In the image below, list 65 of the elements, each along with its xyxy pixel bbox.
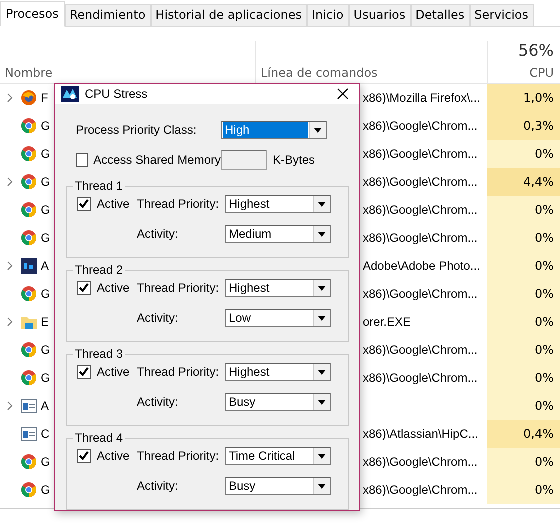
command-line: x86)\Google\Chrom... [363, 371, 478, 385]
field-label: Activity: [137, 227, 180, 241]
process-name: G [41, 287, 50, 301]
unit-label: K-Bytes [273, 153, 316, 167]
cpu-cell: 0% [487, 448, 560, 476]
command-line: x86)\Google\Chrom... [363, 231, 478, 245]
cpu-cell: 0% [487, 308, 560, 336]
checkbox-label: Active [97, 365, 130, 379]
group-title: Thread 4 [73, 431, 126, 445]
process-name: A [41, 399, 50, 413]
checkbox-label: Active [97, 281, 130, 295]
command-line: x86)\Google\Chrom... [363, 119, 478, 133]
group-title: Thread 2 [73, 263, 126, 277]
cpu-cell: 0% [487, 224, 560, 252]
process-name: G [41, 203, 50, 217]
group-title: Thread 3 [73, 347, 126, 361]
cpu-cell: 1,0% [487, 84, 560, 112]
process-name: G [41, 343, 50, 357]
cpu-cell: 0% [487, 280, 560, 308]
command-line: x86)\Google\Chrom... [363, 147, 478, 161]
command-line: orer.EXE [363, 315, 412, 329]
field-label: Activity: [137, 311, 180, 325]
process-name: G [41, 175, 50, 189]
command-line: x86)\Google\Chrom... [363, 343, 478, 357]
cpu-cell: 0% [487, 336, 560, 364]
process-name: G [41, 483, 50, 497]
process-name: G [41, 119, 50, 133]
process-name: C [41, 427, 50, 441]
cpu-total: 56% [518, 41, 554, 60]
field-label: Thread Priority: [137, 449, 220, 463]
window-title: CPU Stress [85, 87, 149, 101]
field-label: Thread Priority: [137, 281, 220, 295]
cpu-cell: 0,3% [487, 112, 560, 140]
group-title: Thread 1 [73, 179, 126, 193]
process-name: G [41, 371, 50, 385]
process-name: G [41, 231, 50, 245]
cpu-cell: 0% [487, 196, 560, 224]
command-line: x86)\Google\Chrom... [363, 175, 478, 189]
checkbox-label: Access Shared Memory [94, 153, 221, 167]
command-line: x86)\Atlassian\HipC... [363, 427, 478, 441]
cpu-cell: 0% [487, 476, 560, 504]
process-name: F [41, 91, 48, 105]
field-label: Activity: [137, 479, 180, 493]
command-line: Adobe\Adobe Photo... [363, 259, 480, 273]
field-label: Process Priority Class: [76, 123, 197, 137]
checkbox-label: Active [97, 197, 130, 211]
process-name: E [41, 315, 50, 329]
command-line: x86)\Google\Chrom... [363, 455, 478, 469]
cpu-cell: 0% [487, 364, 560, 392]
process-name: G [41, 455, 50, 469]
process-name: A [41, 259, 50, 273]
command-line: x86)\Google\Chrom... [363, 483, 478, 497]
checkbox-label: Active [97, 449, 130, 463]
field-label: Activity: [137, 395, 180, 409]
cpu-cell: 0% [487, 140, 560, 168]
command-line: x86)\Google\Chrom... [363, 203, 478, 217]
command-line: x86)\Mozilla Firefox\... [363, 91, 480, 105]
field-label: Thread Priority: [137, 365, 220, 379]
cpu-cell: 4,4% [487, 168, 560, 196]
field-label: Thread Priority: [137, 197, 220, 211]
command-line: x86)\Google\Chrom... [363, 287, 478, 301]
cpu-cell: 0% [487, 252, 560, 280]
process-name: G [41, 147, 50, 161]
cpu-cell: 0,4% [487, 420, 560, 448]
cpu-cell: 0% [487, 392, 560, 420]
